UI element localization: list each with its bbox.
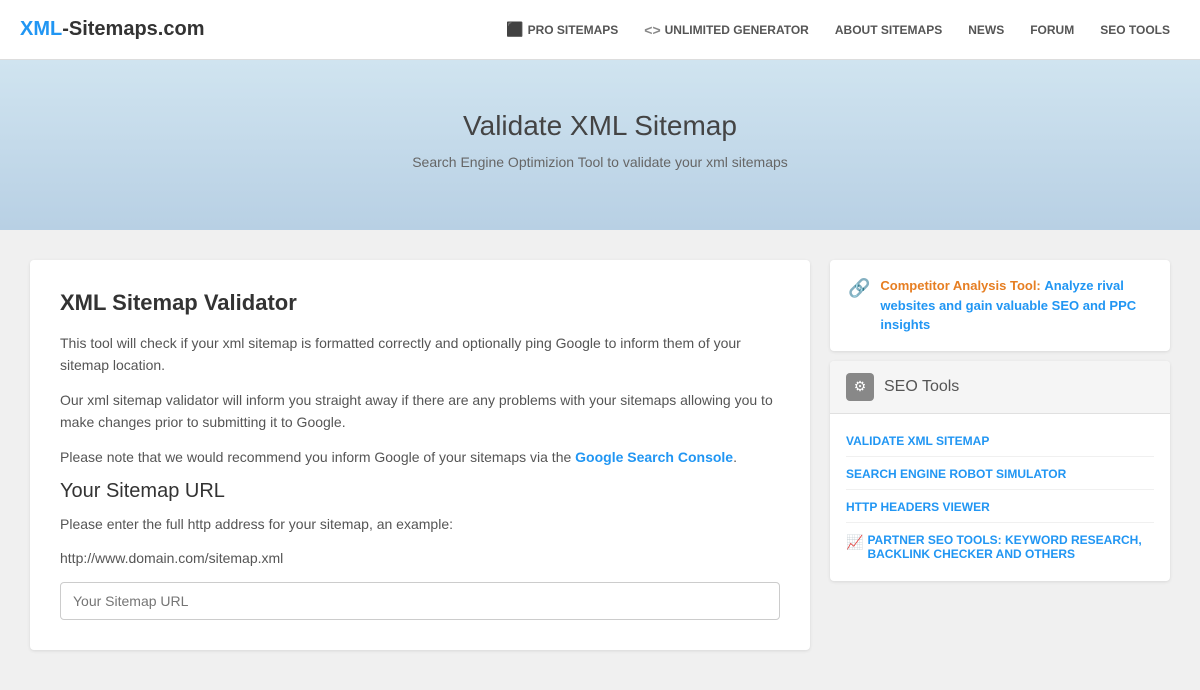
content-wrapper: XML Sitemap Validator This tool will che…: [30, 260, 1170, 650]
competitor-card: 🔗 Competitor Analysis Tool: Analyze riva…: [830, 260, 1170, 351]
sitemap-url-desc: Please enter the full http address for y…: [60, 513, 780, 535]
external-link-icon: 🔗: [848, 278, 870, 299]
google-search-console-link[interactable]: Google Search Console: [575, 449, 733, 465]
left-panel: XML Sitemap Validator This tool will che…: [30, 260, 810, 650]
right-panel: 🔗 Competitor Analysis Tool: Analyze riva…: [830, 260, 1170, 581]
nav-pro-sitemaps-label: PRO SITEMAPS: [528, 23, 619, 37]
paragraph-3-before: Please note that we would recommend you …: [60, 449, 575, 465]
sitemap-url-heading: Your Sitemap URL: [60, 480, 780, 503]
nav-forum[interactable]: FORUM: [1020, 15, 1084, 45]
nav-pro-sitemaps[interactable]: ⬛ PRO SITEMAPS: [496, 13, 628, 46]
nav-about-sitemaps[interactable]: ABOUT SITEMAPS: [825, 15, 952, 45]
trend-icon: 📈: [846, 534, 863, 551]
seo-tools-header: ⚙ SEO Tools: [830, 361, 1170, 414]
nav-news-label: NEWS: [968, 23, 1004, 37]
pro-sitemaps-icon: ⬛: [506, 21, 523, 38]
logo-xml: XML: [20, 18, 62, 40]
seo-tool-http-headers-label: HTTP HEADERS VIEWER: [846, 500, 990, 514]
sitemap-url-section: Your Sitemap URL Please enter the full h…: [60, 480, 780, 620]
seo-tool-http-headers[interactable]: HTTP HEADERS VIEWER: [846, 492, 1154, 523]
logo-rest: -Sitemaps.com: [62, 18, 204, 40]
seo-tool-robot-simulator[interactable]: SEARCH ENGINE ROBOT SIMULATOR: [846, 459, 1154, 490]
seo-tools-card: ⚙ SEO Tools VALIDATE XML SITEMAP SEARCH …: [830, 361, 1170, 581]
example-url: http://www.domain.com/sitemap.xml: [60, 547, 780, 569]
nav-news[interactable]: NEWS: [958, 15, 1014, 45]
nav-seo-tools[interactable]: SEO TOOLS: [1090, 15, 1180, 45]
nav: ⬛ PRO SITEMAPS <> UNLIMITED GENERATOR AB…: [496, 13, 1180, 46]
seo-tool-partner-label: PARTNER SEO TOOLS: KEYWORD RESEARCH, BAC…: [867, 533, 1154, 561]
seo-tools-heading: SEO Tools: [884, 378, 959, 396]
seo-tool-validate-xml-label: VALIDATE XML SITEMAP: [846, 434, 989, 448]
seo-tool-validate-xml[interactable]: VALIDATE XML SITEMAP: [846, 426, 1154, 457]
paragraph-2: Our xml sitemap validator will inform yo…: [60, 389, 780, 434]
nav-unlimited-generator-label: UNLIMITED GENERATOR: [665, 23, 809, 37]
paragraph-3-after: .: [733, 449, 737, 465]
paragraph-3: Please note that we would recommend you …: [60, 446, 780, 468]
gear-icon: ⚙: [846, 373, 874, 401]
seo-tools-list: VALIDATE XML SITEMAP SEARCH ENGINE ROBOT…: [830, 414, 1170, 581]
nav-forum-label: FORUM: [1030, 23, 1074, 37]
logo[interactable]: XML-Sitemaps.com: [20, 18, 204, 41]
competitor-card-text: Competitor Analysis Tool: Analyze rival …: [880, 276, 1152, 335]
nav-seo-tools-label: SEO TOOLS: [1100, 23, 1170, 37]
nav-unlimited-generator[interactable]: <> UNLIMITED GENERATOR: [634, 14, 819, 46]
hero-title: Validate XML Sitemap: [20, 110, 1180, 142]
validator-heading: XML Sitemap Validator: [60, 290, 780, 316]
sitemap-url-input[interactable]: [60, 582, 780, 620]
nav-about-sitemaps-label: ABOUT SITEMAPS: [835, 23, 942, 37]
main-container: XML Sitemap Validator This tool will che…: [0, 230, 1200, 690]
hero-section: Validate XML Sitemap Search Engine Optim…: [0, 60, 1200, 230]
hero-subtitle: Search Engine Optimizion Tool to validat…: [20, 154, 1180, 170]
seo-tool-robot-simulator-label: SEARCH ENGINE ROBOT SIMULATOR: [846, 467, 1066, 481]
seo-tool-partner[interactable]: 📈 PARTNER SEO TOOLS: KEYWORD RESEARCH, B…: [846, 525, 1154, 569]
code-icon: <>: [644, 22, 660, 38]
header: XML-Sitemaps.com ⬛ PRO SITEMAPS <> UNLIM…: [0, 0, 1200, 60]
paragraph-1: This tool will check if your xml sitemap…: [60, 332, 780, 377]
competitor-label: Competitor Analysis Tool:: [880, 278, 1040, 293]
